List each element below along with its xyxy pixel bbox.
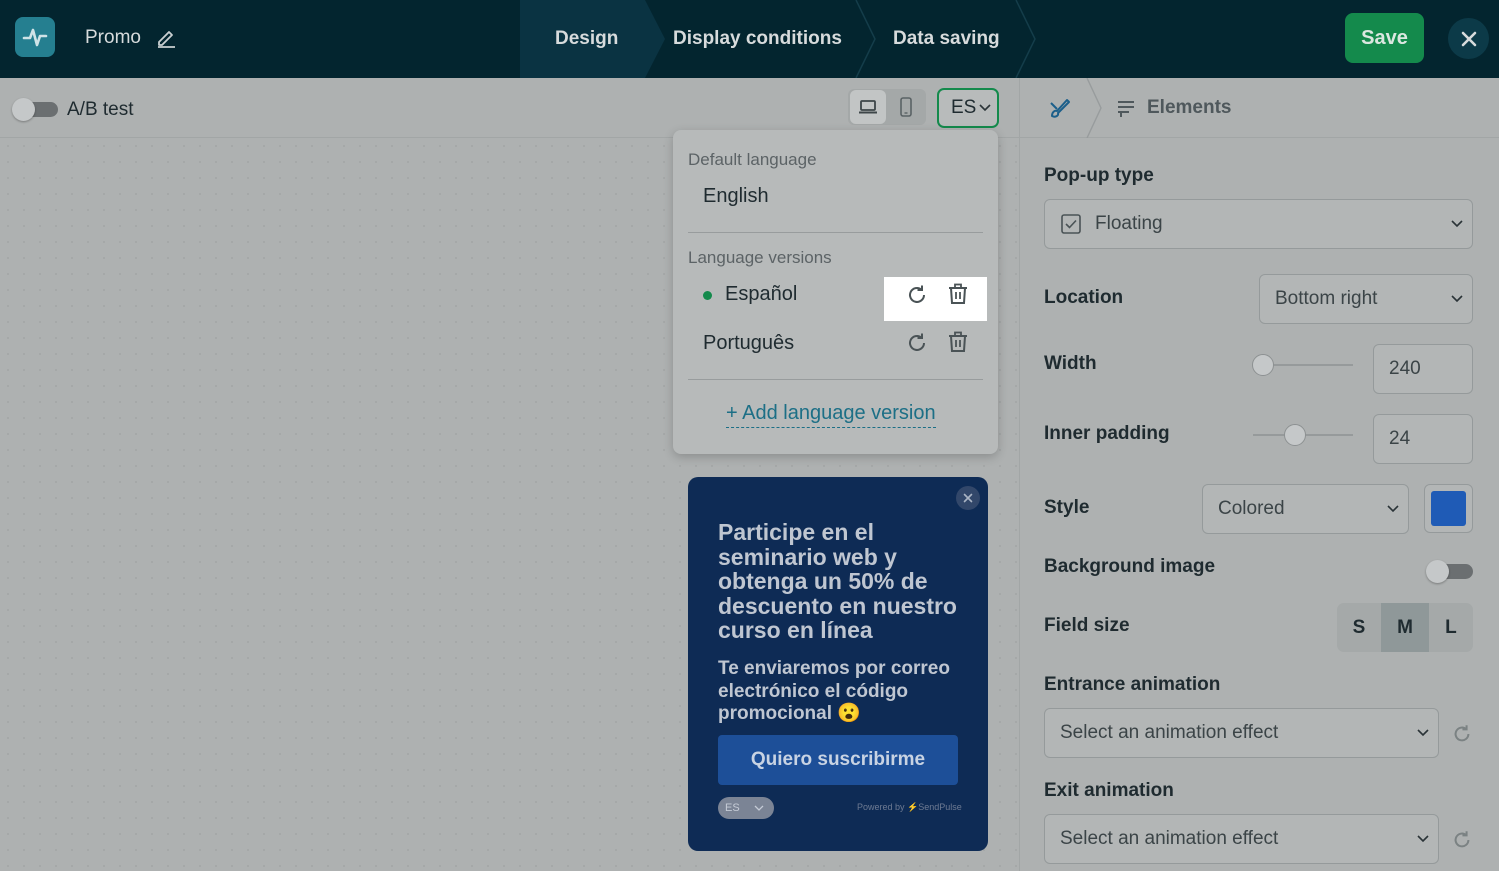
chevron-down-icon bbox=[979, 104, 991, 112]
active-status-dot bbox=[703, 291, 712, 300]
language-version-espanol[interactable]: Español bbox=[725, 283, 797, 306]
add-language-version-link[interactable]: + Add language version bbox=[726, 402, 936, 428]
entrance-animation-value: Select an animation effect bbox=[1060, 722, 1279, 743]
replay-animation-icon[interactable] bbox=[1451, 723, 1473, 745]
location-label: Location bbox=[1044, 287, 1124, 308]
step-separator-icon bbox=[1015, 0, 1036, 78]
edit-pencil-icon[interactable] bbox=[155, 26, 177, 48]
subscribe-button[interactable]: Quiero suscribirme bbox=[718, 735, 958, 785]
brush-icon[interactable] bbox=[1047, 95, 1073, 121]
chevron-down-icon bbox=[1387, 505, 1399, 513]
entrance-animation-select[interactable]: Select an animation effect bbox=[1044, 708, 1439, 758]
chevron-down-icon bbox=[1417, 729, 1429, 737]
entrance-animation-label: Entrance animation bbox=[1044, 674, 1221, 695]
style-select[interactable]: Colored bbox=[1202, 484, 1409, 534]
exit-animation-value: Select an animation effect bbox=[1060, 828, 1279, 849]
width-input-value: 240 bbox=[1389, 358, 1421, 379]
field-size-selector: S M L bbox=[1337, 603, 1473, 652]
background-image-label: Background image bbox=[1044, 556, 1216, 577]
replay-animation-icon[interactable] bbox=[1451, 829, 1473, 851]
popup-heading: Participe en el seminario web y obtenga … bbox=[718, 519, 957, 643]
desktop-view-button[interactable] bbox=[850, 90, 886, 124]
powered-by-badge: Powered by ⚡SendPulse bbox=[857, 802, 962, 813]
highlighted-actions bbox=[884, 277, 987, 321]
background-image-toggle[interactable] bbox=[1426, 560, 1473, 583]
close-icon bbox=[963, 493, 973, 503]
width-label: Width bbox=[1044, 353, 1097, 374]
logo-icon[interactable] bbox=[15, 17, 55, 57]
exit-animation-label: Exit animation bbox=[1044, 780, 1174, 801]
laptop-icon bbox=[859, 100, 877, 114]
powered-by-brand: SendPulse bbox=[918, 802, 962, 812]
chevron-down-icon bbox=[754, 805, 764, 811]
close-button[interactable] bbox=[1448, 18, 1489, 59]
mobile-view-button[interactable] bbox=[888, 90, 924, 124]
language-dropdown: Default language English Language versio… bbox=[673, 130, 998, 454]
step-navigation: Design Display conditions Data saving bbox=[520, 0, 1036, 78]
padding-input[interactable]: 24 bbox=[1373, 414, 1473, 464]
step-data-saving[interactable]: Data saving bbox=[865, 0, 1035, 78]
style-value: Colored bbox=[1218, 498, 1285, 519]
default-language-item[interactable]: English bbox=[703, 185, 769, 208]
top-bar: Promo Design Display conditions Data sav… bbox=[0, 0, 1499, 78]
width-slider-thumb[interactable] bbox=[1252, 354, 1274, 376]
popup-preview[interactable]: Participe en el seminario web y obtenga … bbox=[688, 477, 988, 851]
default-language-caption: Default language bbox=[688, 150, 817, 169]
padding-slider-thumb[interactable] bbox=[1284, 424, 1306, 446]
elements-icon bbox=[1115, 97, 1137, 119]
powered-by-prefix: Powered by bbox=[857, 802, 905, 812]
popup-text: Te enviaremos por correo electrónico el … bbox=[718, 658, 950, 724]
style-label: Style bbox=[1044, 497, 1090, 518]
bolt-icon: ⚡ bbox=[907, 802, 919, 812]
step-design-label: Design bbox=[555, 28, 619, 49]
chevron-down-icon bbox=[1417, 835, 1429, 843]
ab-test-toggle[interactable] bbox=[12, 98, 58, 121]
popup-type-value: Floating bbox=[1095, 213, 1163, 234]
padding-input-value: 24 bbox=[1389, 428, 1411, 449]
refresh-icon[interactable] bbox=[905, 283, 929, 307]
popup-language-value: ES bbox=[725, 802, 740, 814]
language-version-portugues[interactable]: Português bbox=[703, 332, 794, 355]
ab-test-label: A/B test bbox=[67, 99, 134, 120]
exit-animation-select[interactable]: Select an animation effect bbox=[1044, 814, 1439, 864]
trash-icon[interactable] bbox=[946, 330, 970, 354]
chevron-down-icon bbox=[1451, 295, 1463, 303]
location-select[interactable]: Bottom right bbox=[1259, 274, 1473, 324]
language-select[interactable]: ES bbox=[937, 88, 999, 128]
color-swatch-fill bbox=[1431, 491, 1466, 526]
popup-close-button[interactable] bbox=[956, 486, 980, 510]
step-data-saving-label: Data saving bbox=[893, 28, 1000, 49]
field-size-label: Field size bbox=[1044, 615, 1130, 636]
close-icon bbox=[1461, 31, 1476, 46]
mobile-icon bbox=[900, 97, 912, 117]
popup-type-select[interactable]: Floating bbox=[1044, 199, 1473, 249]
popup-language-select[interactable]: ES bbox=[718, 797, 774, 819]
elements-tab[interactable]: Elements bbox=[1147, 97, 1231, 119]
inner-padding-label: Inner padding bbox=[1044, 423, 1170, 444]
divider bbox=[688, 379, 983, 380]
style-color-picker[interactable] bbox=[1424, 484, 1473, 533]
step-design[interactable]: Design bbox=[520, 0, 645, 78]
step-display-conditions[interactable]: Display conditions bbox=[645, 0, 865, 78]
language-versions-caption: Language versions bbox=[688, 248, 832, 267]
field-size-m[interactable]: M bbox=[1381, 603, 1429, 652]
trash-icon[interactable] bbox=[946, 282, 970, 306]
refresh-icon[interactable] bbox=[905, 331, 929, 355]
language-select-value: ES bbox=[951, 97, 977, 118]
field-size-l[interactable]: L bbox=[1429, 603, 1473, 652]
width-input[interactable]: 240 bbox=[1373, 344, 1473, 394]
popup-type-label: Pop-up type bbox=[1044, 165, 1154, 186]
divider bbox=[688, 232, 983, 233]
field-size-s[interactable]: S bbox=[1337, 603, 1381, 652]
location-value: Bottom right bbox=[1275, 288, 1378, 309]
step-display-conditions-label: Display conditions bbox=[673, 28, 842, 49]
breadcrumb-separator-icon bbox=[1086, 78, 1102, 138]
checkbox-icon bbox=[1061, 214, 1081, 234]
project-title: Promo bbox=[85, 27, 141, 48]
save-button[interactable]: Save bbox=[1345, 13, 1424, 63]
chevron-down-icon bbox=[1451, 220, 1463, 228]
